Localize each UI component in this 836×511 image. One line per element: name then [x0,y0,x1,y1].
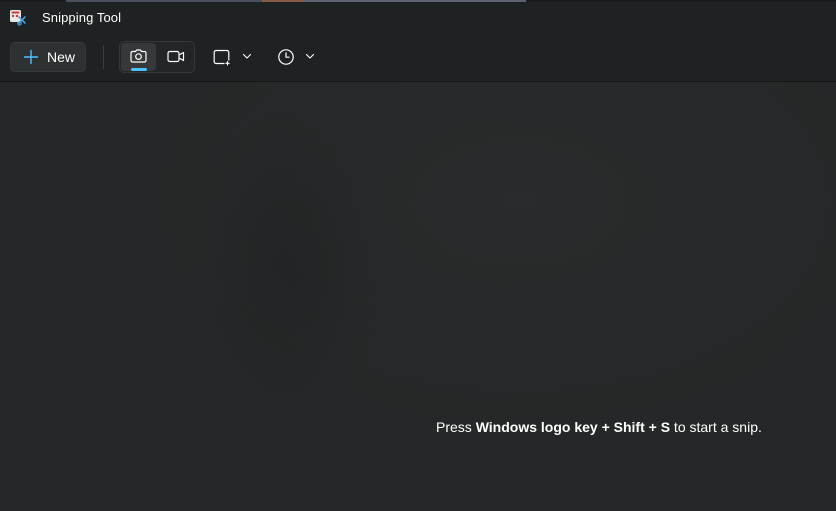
delay-timer-dropdown[interactable] [270,42,322,72]
chevron-down-icon [305,53,315,59]
snip-canvas-area: Press Windows logo key + Shift + S to st… [0,82,836,511]
camera-icon [130,49,147,63]
capture-mode-toggle [119,41,195,73]
hint-suffix: to start a snip. [670,419,762,435]
rectangle-snip-icon [213,49,230,66]
plus-icon [23,49,39,65]
snip-shape-dropdown[interactable] [206,42,258,72]
start-snip-hint: Press Windows logo key + Shift + S to st… [436,419,762,435]
toolbar: New [0,34,836,82]
snip-mode-button[interactable] [121,43,156,71]
app-title: Snipping Tool [42,10,122,25]
selected-mode-indicator [131,68,147,71]
new-button-label: New [47,49,76,65]
chevron-down-icon [242,53,252,59]
clock-icon [278,49,294,65]
snipping-tool-window: Snipping Tool New Press Windows logo key… [0,0,836,511]
hint-shortcut: Windows logo key + Shift + S [475,419,671,435]
new-snip-button[interactable]: New [10,42,86,72]
hint-prefix: Press [436,419,476,435]
title-bar[interactable]: Snipping Tool [0,2,836,34]
video-camera-icon [167,50,185,63]
snipping-tool-icon [9,8,27,26]
record-mode-button[interactable] [158,43,193,71]
toolbar-divider [103,45,104,69]
